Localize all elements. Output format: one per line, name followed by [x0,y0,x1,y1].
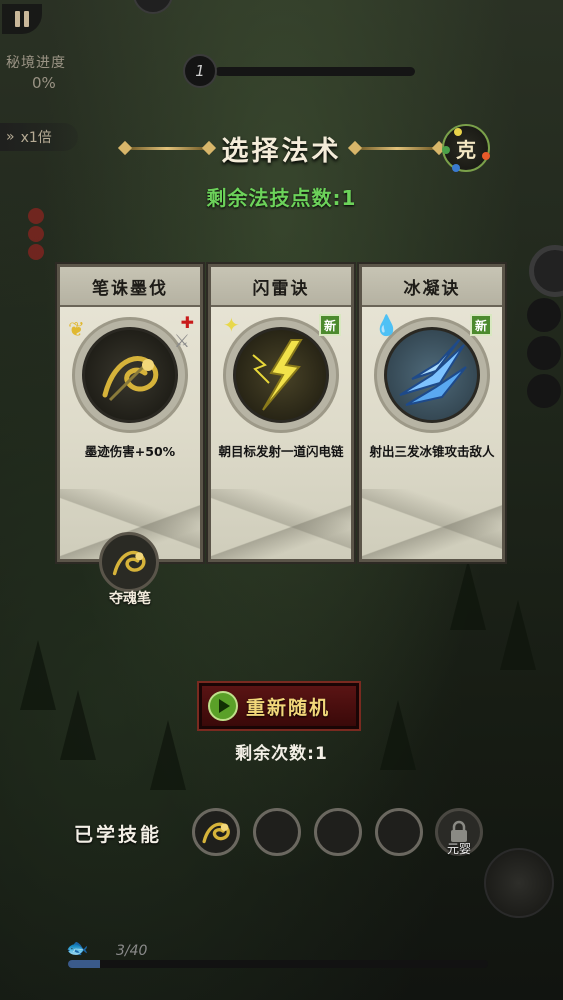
right-slot-icon[interactable] [527,336,561,370]
learned-skill-slot-4[interactable] [375,808,423,856]
learned-skill-slot-2[interactable] [253,808,301,856]
right-slot-icon[interactable] [527,298,561,332]
linked-skill-label: 夺魂笔 [109,591,151,607]
level-bar [215,67,415,76]
card-mountain-decoration [362,489,502,559]
restraint-badge[interactable]: 克 [442,124,490,172]
progress-value: 0% [32,74,56,92]
sword-icon: ⚔ [173,331,190,352]
page-title: 选择法术 [221,135,342,167]
tree-decoration [20,640,56,710]
lantern-decoration [28,226,44,242]
new-badge: 新 [470,314,492,336]
lantern-decoration [28,244,44,260]
exp-bar [68,960,488,968]
restraint-badge-text: 克 [456,137,476,162]
skill-points-text: 剩余法技点数:1 [206,186,357,210]
learned-skill-slot-1[interactable] [192,808,240,856]
tree-decoration [500,600,536,670]
lightning-icon [252,339,303,411]
card-title: 闪雷诀 [211,267,351,307]
skill-card-1[interactable]: 笔诛墨伐 ❦ ✚ ⚔ 墨迹伤害+50% [55,262,205,564]
title-ornament-left [125,146,208,150]
new-badge: 新 [319,314,341,336]
soul-brush-icon [202,822,230,844]
pet-icon[interactable] [484,848,554,918]
exp-text: 3/40 [116,943,148,959]
title-ornament-right [355,146,438,150]
locked-slot-label: 元婴 [446,842,471,856]
reroll-remaining-text: 剩余次数:1 [235,744,328,764]
soul-brush-icon [112,550,146,576]
card-description: 射出三发冰锥攻击敌人 [369,444,495,459]
learned-skills-label: 已学技能 [74,824,163,846]
card-title: 笔诛墨伐 [60,267,200,307]
reroll-label: 重新随机 [246,696,331,719]
linked-skill-icon[interactable] [99,532,159,592]
spark-icon: ✦ [223,313,240,337]
progress-label: 秘境进度 [6,55,66,71]
tree-decoration [450,560,486,630]
card-mountain-decoration [211,489,351,559]
card-title: 冰凝诀 [362,267,502,307]
feather-icon: ❦ [68,317,85,341]
right-slot-icon[interactable] [527,374,561,408]
pause-icon [15,11,20,27]
skill-card-2[interactable]: 闪雷诀 ✦ 新 朝目标发射一道闪电链 [206,262,356,564]
exp-bar-fill [68,960,100,968]
reroll-button[interactable]: 重新随机 [197,681,361,731]
level-badge: 1 [183,54,217,88]
fish-icon: 🐟 [66,938,89,959]
learned-skill-slot-3[interactable] [314,808,362,856]
card-emblem [72,317,188,433]
ice-shard-icon [399,338,467,406]
water-drop-icon: 💧 [374,313,399,337]
damage-up-icon: ✚ [180,313,194,332]
skill-card-3[interactable]: 冰凝诀 💧 新 射出三发冰锥攻击敌人 [357,262,507,564]
play-video-icon [208,691,238,721]
ink-dragon-icon [102,356,159,402]
card-description: 朝目标发射一道闪电链 [218,444,344,459]
card-description: 墨迹伤害+50% [84,444,176,459]
